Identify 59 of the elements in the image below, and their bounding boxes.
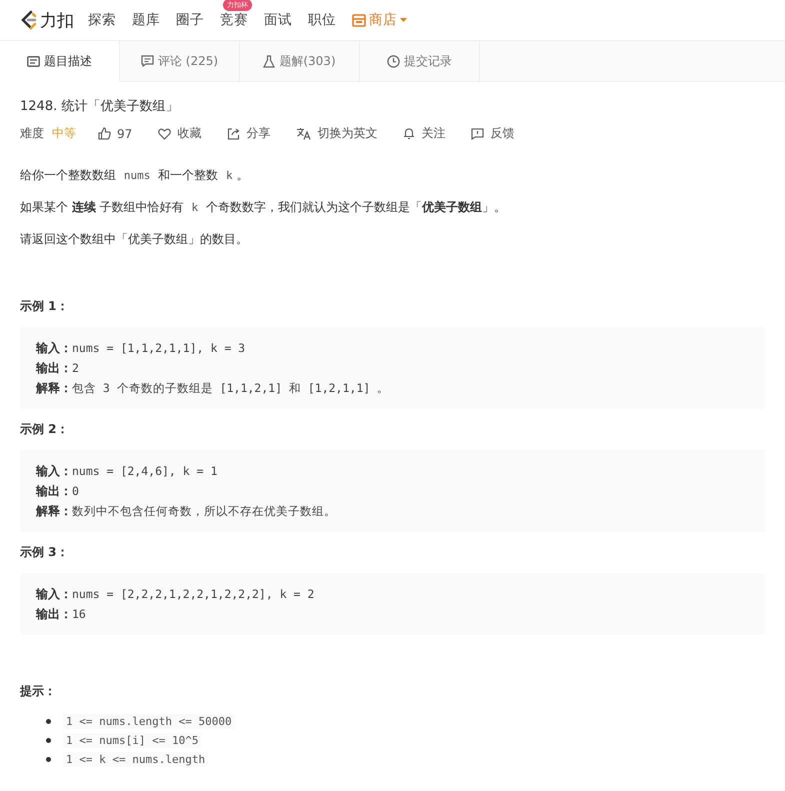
description-paragraph: 给你一个整数数组 nums 和一个整数 k 。	[20, 167, 250, 184]
example-line-label: 输入：	[36, 464, 72, 478]
translate-icon	[296, 127, 312, 140]
bullet-icon	[46, 719, 51, 724]
nav-link[interactable]: 圈子	[176, 11, 204, 29]
logo-text[interactable]: 力扣	[40, 8, 74, 32]
nav-link[interactable]: 面试	[264, 11, 292, 29]
example-line-label: 输出：	[36, 484, 72, 498]
action-button[interactable]: 关注	[403, 125, 446, 142]
hints-heading: 提示：	[20, 683, 57, 700]
action-button[interactable]: 收藏	[158, 125, 202, 142]
nav-link[interactable]: 竞赛	[220, 11, 248, 29]
example-line-label: 解释：	[36, 504, 72, 518]
flask-icon	[263, 54, 276, 68]
caret-icon	[400, 18, 407, 22]
nav-link[interactable]: 探索	[88, 11, 116, 29]
example-heading: 示例 3：	[20, 544, 70, 561]
comment-icon	[140, 55, 154, 67]
action-button[interactable]: 切换为英文	[296, 125, 378, 142]
example-line-label: 解释：	[36, 381, 72, 395]
example-line-value: nums = [2,2,2,1,2,2,1,2,2,2], k = 2	[72, 587, 314, 601]
description-paragraph: 请返回这个数组中「优美子数组」的数目。	[20, 231, 249, 248]
document-icon	[27, 56, 40, 66]
example-line-value: 2	[72, 361, 79, 375]
tab[interactable]: 题目描述	[0, 41, 120, 82]
example-line-label: 输出：	[36, 607, 72, 621]
difficulty-label: 难度	[20, 125, 44, 142]
feedback-icon	[471, 128, 484, 140]
example-line-value: nums = [2,4,6], k = 1	[72, 464, 218, 478]
share-icon	[227, 127, 240, 140]
hint-code: 1 <= nums.length <= 50000	[63, 714, 235, 729]
heart-icon	[158, 128, 172, 140]
example-line-value: 数列中不包含任何奇数，所以不存在优美子数组。	[72, 504, 336, 518]
problem-title: 1248. 统计「优美子数组」	[20, 98, 180, 115]
thumbs-up-icon	[98, 127, 111, 140]
example-line-value: 0	[72, 484, 79, 498]
action-button[interactable]: 反馈	[471, 125, 514, 142]
hint-code: 1 <= nums[i] <= 10^5	[63, 733, 202, 748]
nav-link[interactable]: 职位	[308, 11, 336, 29]
bullet-icon	[46, 738, 51, 743]
example-line-value: 16	[72, 607, 86, 621]
example-heading: 示例 1：	[20, 298, 70, 315]
clock-icon	[387, 54, 400, 68]
action-button[interactable]: 97	[98, 126, 132, 140]
nav-link[interactable]: 题库	[132, 11, 160, 29]
logo-icon[interactable]	[20, 10, 38, 30]
example-line-value: 包含 3 个奇数的子数组是 [1,1,2,1] 和 [1,2,1,1] 。	[72, 381, 390, 395]
example-heading: 示例 2：	[20, 421, 70, 438]
store-icon	[352, 14, 366, 26]
difficulty-value: 中等	[52, 125, 76, 142]
example-line-label: 输入：	[36, 587, 72, 601]
action-button[interactable]: 分享	[227, 125, 270, 142]
bullet-icon	[46, 757, 51, 762]
example-line-label: 输入：	[36, 341, 72, 355]
bell-icon	[403, 127, 416, 140]
example-line-label: 输出：	[36, 361, 72, 375]
hint-code: 1 <= k <= nums.length	[63, 752, 208, 767]
example-line-value: nums = [1,1,2,1,1], k = 3	[72, 341, 246, 355]
description-paragraph: 如果某个 连续 子数组中恰好有 k 个奇数数字，我们就认为这个子数组是「优美子数组」。	[20, 199, 507, 216]
